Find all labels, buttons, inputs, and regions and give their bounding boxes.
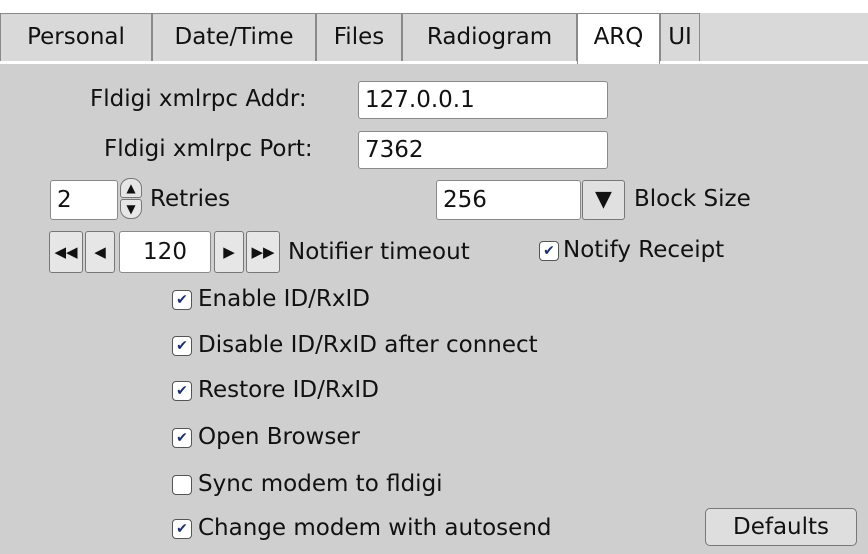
notifier-timeout-label: Notifier timeout: [288, 239, 470, 265]
defaults-button[interactable]: Defaults: [705, 508, 857, 546]
enable-id-rxid-label: Enable ID/RxID: [198, 286, 370, 312]
open-browser-checkbox[interactable]: ✔: [172, 428, 192, 448]
change-modem-label: Change modem with autosend: [198, 515, 552, 541]
notify-receipt-checkbox[interactable]: ✔: [539, 241, 559, 261]
retries-label: Retries: [150, 186, 231, 212]
retries-input[interactable]: 2: [50, 180, 118, 220]
forward-icon[interactable]: ▶: [214, 231, 244, 273]
open-browser-label: Open Browser: [198, 424, 360, 450]
xmlrpc-port-label: Fldigi xmlrpc Port:: [104, 136, 313, 162]
enable-id-rxid-checkbox[interactable]: ✔: [172, 290, 192, 310]
tab-bar: Personal Date/Time Files Radiogram UI AR…: [0, 13, 868, 77]
block-size-field[interactable]: 256: [436, 180, 581, 220]
tab-date-time[interactable]: Date/Time: [152, 13, 316, 61]
notifier-timeout-input[interactable]: 120: [119, 231, 211, 273]
notify-receipt-label: Notify Receipt: [563, 237, 725, 263]
tab-personal[interactable]: Personal: [0, 13, 152, 61]
spin-up-icon[interactable]: ▲: [120, 178, 142, 198]
tab-files[interactable]: Files: [316, 13, 402, 61]
restore-id-rxid-label: Restore ID/RxID: [198, 377, 379, 403]
disable-id-rxid-label: Disable ID/RxID after connect: [198, 332, 538, 358]
back-icon[interactable]: ◀: [85, 231, 115, 273]
sync-modem-checkbox[interactable]: [172, 475, 192, 495]
spin-down-icon[interactable]: ▼: [120, 199, 142, 219]
tab-arq[interactable]: ARQ: [577, 13, 660, 65]
tab-ui[interactable]: UI: [660, 13, 700, 61]
dropdown-icon[interactable]: ▼: [582, 180, 625, 220]
retries-spinner: ▲ ▼: [120, 178, 144, 220]
change-modem-checkbox[interactable]: ✔: [172, 519, 192, 539]
sync-modem-label: Sync modem to fldigi: [198, 471, 443, 497]
xmlrpc-addr-label: Fldigi xmlrpc Addr:: [90, 86, 307, 112]
tab-bar-filler: [700, 13, 868, 61]
tab-radiogram[interactable]: Radiogram: [402, 13, 577, 61]
xmlrpc-port-input[interactable]: 7362: [358, 131, 608, 169]
restore-id-rxid-checkbox[interactable]: ✔: [172, 381, 192, 401]
fast-back-icon[interactable]: ◀◀: [49, 231, 83, 273]
disable-id-rxid-checkbox[interactable]: ✔: [172, 336, 192, 356]
block-size-label: Block Size: [634, 186, 751, 212]
fast-forward-icon[interactable]: ▶▶: [246, 231, 280, 273]
xmlrpc-addr-input[interactable]: 127.0.0.1: [358, 81, 608, 119]
